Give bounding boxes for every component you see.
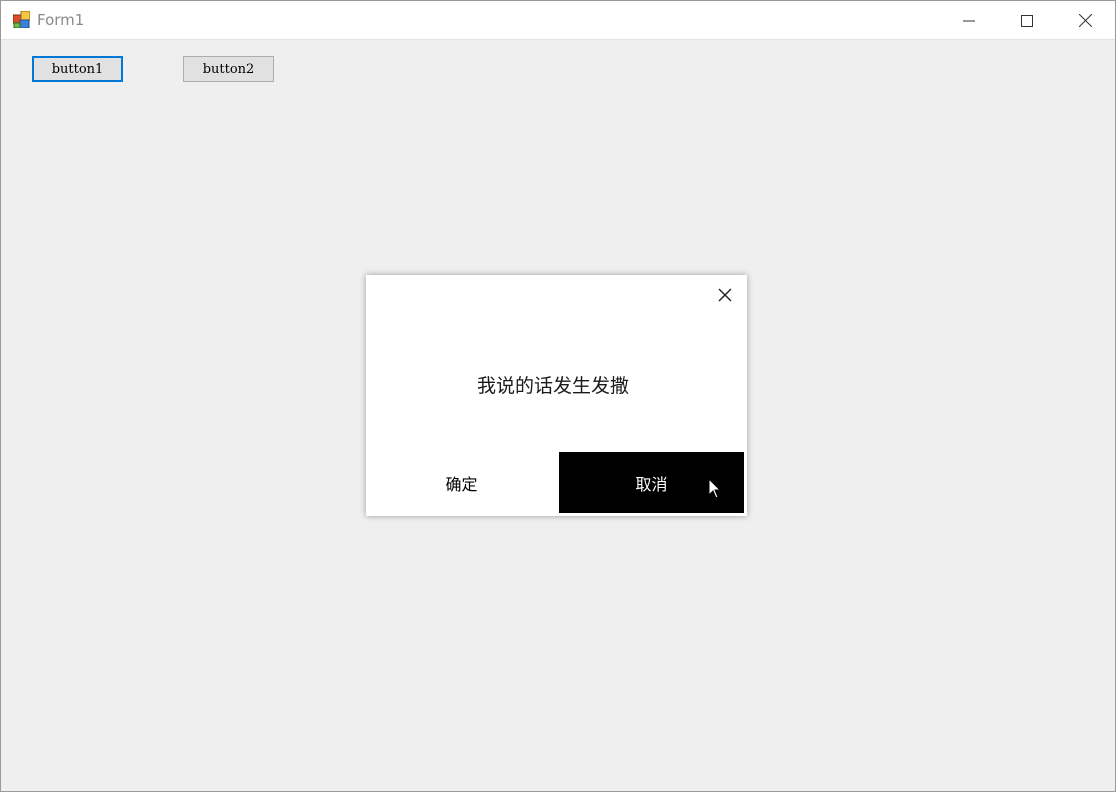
button1[interactable]: button1 [32,56,123,82]
message-dialog: 我说的话发生发撒 确定 取消 [366,275,747,516]
minimize-icon [963,15,975,27]
title-bar[interactable]: Form1 [1,1,1115,40]
winforms-app-icon [12,10,31,29]
dialog-close-icon[interactable] [716,286,734,304]
arrow-cursor-icon [708,477,722,500]
dialog-message: 我说的话发生发撒 [476,375,629,397]
minimize-button[interactable] [940,1,998,40]
button2[interactable]: button2 [183,56,274,82]
window-close-button[interactable] [1056,1,1114,40]
confirm-button[interactable]: 确定 [366,452,557,513]
close-icon [1078,14,1092,27]
maximize-button[interactable] [998,1,1056,40]
window-title: Form1 [37,11,85,29]
maximize-icon [1021,14,1033,27]
